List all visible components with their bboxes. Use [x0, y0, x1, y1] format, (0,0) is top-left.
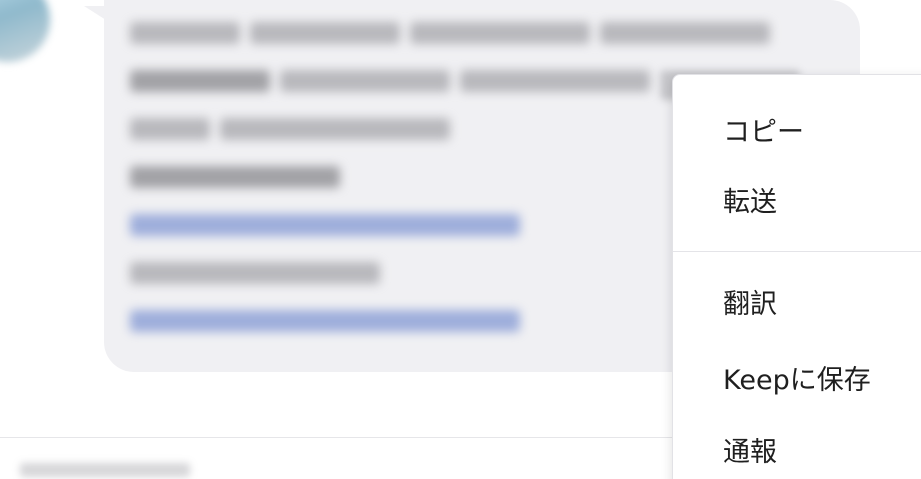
menu-item-label: 転送 [723, 186, 777, 218]
blurred-input-placeholder [20, 463, 190, 477]
menu-item-label: コピー [723, 116, 804, 148]
menu-item-copy[interactable]: コピー [673, 104, 921, 154]
menu-item-save-to-keep[interactable]: Keepに保存 [673, 352, 921, 402]
bubble-tail [84, 6, 106, 20]
menu-item-label: Keepに保存 [723, 364, 871, 396]
menu-item-label: 翻訳 [723, 288, 777, 320]
blurred-line [130, 18, 810, 48]
menu-item-translate[interactable]: 翻訳 [673, 276, 921, 326]
menu-divider [673, 251, 921, 252]
sender-avatar[interactable] [0, 0, 50, 62]
chat-screen: コピー 転送 翻訳 Keepに保存 通報 [0, 0, 921, 479]
menu-item-report[interactable]: 通報 [673, 424, 921, 474]
menu-item-forward[interactable]: 転送 [673, 174, 921, 224]
menu-item-label: 通報 [723, 436, 777, 468]
message-context-menu: コピー 転送 翻訳 Keepに保存 通報 [672, 74, 921, 479]
